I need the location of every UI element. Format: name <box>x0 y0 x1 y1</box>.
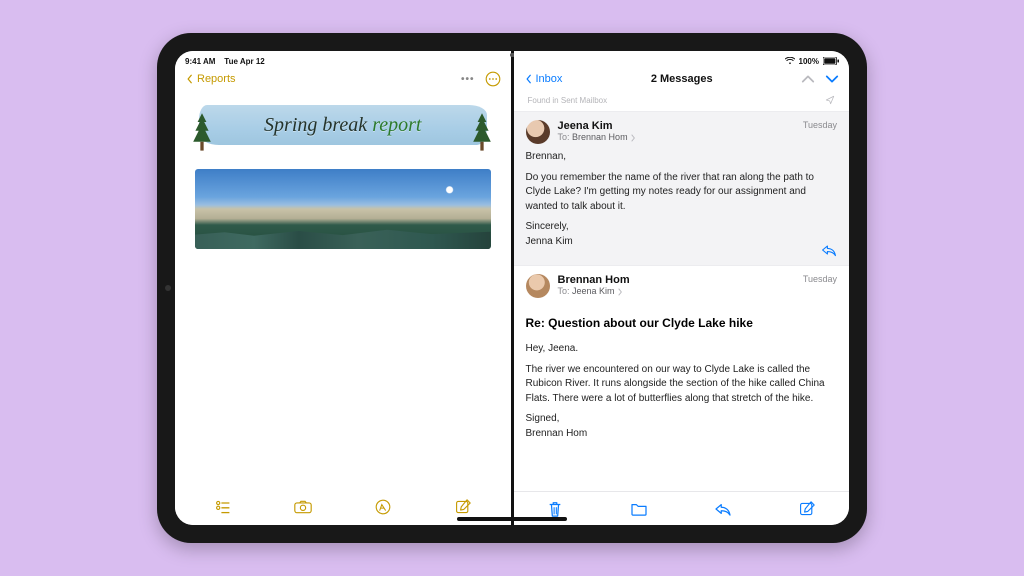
battery-percent: 100% <box>799 57 819 66</box>
notes-back-button[interactable]: Reports <box>185 73 236 85</box>
mail-pane: Inbox 2 Messages Found in Sent Mailbox <box>514 51 850 525</box>
ipad-frame: 9:41 AM Tue Apr 12 100% Reports <box>157 33 867 543</box>
notes-pane: Reports ••• <box>175 51 511 525</box>
msg-from: Brennan Hom <box>558 274 795 286</box>
notes-header: Reports ••• <box>175 65 511 93</box>
note-panorama-image[interactable] <box>195 169 491 249</box>
screen: 9:41 AM Tue Apr 12 100% Reports <box>175 51 849 525</box>
trash-button[interactable] <box>545 499 565 519</box>
status-right: 100% <box>785 57 839 66</box>
move-folder-button[interactable] <box>629 499 649 519</box>
camera-button[interactable] <box>294 498 312 516</box>
compose-mail-button[interactable] <box>797 499 817 519</box>
note-title-part1: Spring break <box>264 114 372 136</box>
home-indicator[interactable] <box>457 517 567 521</box>
msg-subject: Re: Question about our Clyde Lake hike <box>514 308 850 332</box>
compose-note-button[interactable] <box>454 498 472 516</box>
tree-right-icon <box>471 113 493 153</box>
chevron-right-icon <box>630 134 636 142</box>
reply-toolbar-button[interactable] <box>713 499 733 519</box>
mail-message[interactable]: Jeena Kim To: Brennan Hom Tuesday Brenna… <box>514 112 850 266</box>
markup-button[interactable] <box>374 498 392 516</box>
avatar[interactable] <box>526 120 550 144</box>
mail-header: Inbox 2 Messages <box>514 65 850 93</box>
next-message-button[interactable] <box>825 73 839 85</box>
notes-back-label: Reports <box>197 73 236 85</box>
wifi-icon <box>785 57 795 65</box>
tree-left-icon <box>191 113 213 153</box>
location-icon[interactable] <box>825 95 835 105</box>
msg-to[interactable]: To: Jeena Kim <box>558 286 795 296</box>
prev-message-button[interactable] <box>801 73 815 85</box>
chevron-right-icon <box>617 288 623 296</box>
msg-text: Hey, Jeena. The river we encountered on … <box>526 336 838 441</box>
checklist-button[interactable] <box>214 498 232 516</box>
status-bar: 9:41 AM Tue Apr 12 100% <box>175 53 849 69</box>
mail-message[interactable]: Brennan Hom To: Jeena Kim Tuesday <box>514 266 850 308</box>
chevron-left-icon <box>524 74 534 84</box>
mail-found-banner: Found in Sent Mailbox <box>514 93 850 112</box>
mail-title: 2 Messages <box>651 73 713 85</box>
mail-body[interactable]: Jeena Kim To: Brennan Hom Tuesday Brenna… <box>514 112 850 491</box>
note-title: Spring break report <box>264 114 421 137</box>
found-label: Found in Sent Mailbox <box>528 96 608 105</box>
notes-body[interactable]: Spring break report <box>175 93 511 489</box>
status-date: Tue Apr 12 <box>224 57 264 66</box>
note-title-part2: report <box>372 114 421 136</box>
note-title-art: Spring break report <box>195 99 491 151</box>
mail-back-button[interactable]: Inbox <box>524 73 563 85</box>
msg-text: Brennan, Do you remember the name of the… <box>526 144 838 249</box>
msg-date: Tuesday <box>803 120 837 130</box>
chevron-left-icon <box>185 74 195 84</box>
msg-from: Jeena Kim <box>558 120 795 132</box>
status-left: 9:41 AM Tue Apr 12 <box>185 57 265 66</box>
front-camera <box>165 285 171 291</box>
msg-date: Tuesday <box>803 274 837 284</box>
msg-body-block: Hey, Jeena. The river we encountered on … <box>514 332 850 457</box>
battery-icon <box>823 57 839 65</box>
reply-button[interactable] <box>821 243 837 257</box>
more-circle-icon[interactable] <box>485 71 501 87</box>
mail-nav-arrows <box>801 73 839 85</box>
status-time: 9:41 AM <box>185 57 215 66</box>
msg-to[interactable]: To: Brennan Hom <box>558 132 795 142</box>
split-view: Reports ••• <box>175 51 849 525</box>
avatar[interactable] <box>526 274 550 298</box>
multitask-dots-icon[interactable]: ••• <box>461 74 475 85</box>
mail-back-label: Inbox <box>536 73 563 85</box>
